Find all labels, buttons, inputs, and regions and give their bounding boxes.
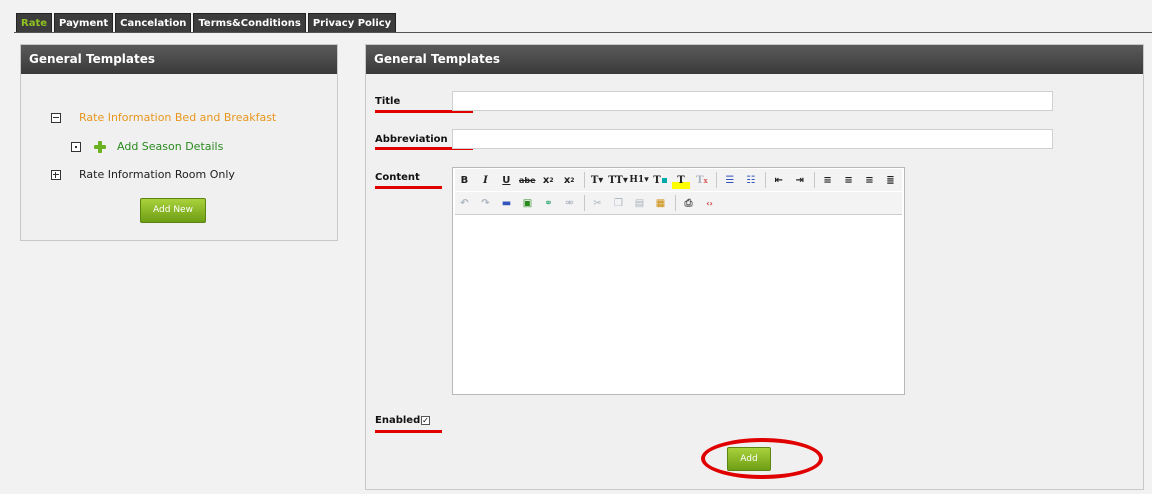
- tab-rate[interactable]: Rate: [16, 13, 53, 33]
- image-icon[interactable]: ▣: [518, 194, 537, 212]
- content-editor-area[interactable]: [454, 216, 903, 393]
- justify-icon[interactable]: ≣: [881, 171, 900, 189]
- remove-format-icon[interactable]: Tx: [692, 171, 711, 189]
- font-family-icon[interactable]: T▾: [588, 171, 607, 189]
- subscript-icon[interactable]: x2: [539, 171, 558, 189]
- indent-icon[interactable]: ⇥: [790, 171, 809, 189]
- copy-icon[interactable]: ❐: [609, 194, 628, 212]
- tree-item-bed-breakfast[interactable]: Rate Information Bed and Breakfast: [51, 111, 276, 124]
- tab-terms-conditions[interactable]: Terms&Conditions: [193, 13, 306, 33]
- bold-icon[interactable]: B: [455, 171, 474, 189]
- right-panel-title: General Templates: [366, 45, 1143, 74]
- redo-icon[interactable]: ↷: [476, 194, 495, 212]
- editor-toolbar-row-2: ↶ ↷ ▬ ▣ ⚭ ⚮ ✂ ❐ ▤ ▦ ⎙ ‹›: [455, 192, 902, 215]
- content-editor: B I U abe x2 x2 T▾ TT▾ H1▾ T T Tx ☰ ☷ ⇤ …: [452, 167, 905, 395]
- title-label: Title: [375, 96, 401, 107]
- editor-toolbar-row-1: B I U abe x2 x2 T▾ TT▾ H1▾ T T Tx ☰ ☷ ⇤ …: [455, 169, 902, 191]
- highlight-icon[interactable]: T: [671, 171, 691, 189]
- content-label: Content: [375, 172, 420, 183]
- ordered-list-icon[interactable]: ☷: [741, 171, 760, 189]
- annotation-underline: [375, 186, 442, 189]
- abbreviation-input[interactable]: [452, 129, 1053, 149]
- underline-icon[interactable]: U: [497, 171, 516, 189]
- text-color-icon[interactable]: T: [651, 171, 670, 189]
- leaf-node-icon: [71, 141, 81, 152]
- tree-item-label[interactable]: Add Season Details: [117, 140, 223, 153]
- align-right-icon[interactable]: ≡: [860, 171, 879, 189]
- font-size-icon[interactable]: TT▾: [608, 171, 628, 189]
- heading-icon[interactable]: H1▾: [629, 171, 648, 189]
- align-center-icon[interactable]: ≡: [839, 171, 858, 189]
- tree-item-add-season[interactable]: Add Season Details: [71, 140, 223, 153]
- toolbar-separator: [675, 195, 676, 211]
- tab-payment[interactable]: Payment: [54, 13, 114, 33]
- tab-cancelation[interactable]: Cancelation: [115, 13, 192, 33]
- strikethrough-icon[interactable]: abe: [518, 171, 537, 189]
- tree-item-label[interactable]: Rate Information Room Only: [79, 168, 235, 181]
- green-plus-icon[interactable]: [94, 140, 106, 153]
- link-icon[interactable]: ⚭: [539, 194, 558, 212]
- abbreviation-label: Abbreviation: [375, 134, 448, 145]
- left-panel-title: General Templates: [21, 45, 337, 74]
- collapse-icon[interactable]: [51, 112, 61, 123]
- annotation-underline: [375, 430, 442, 433]
- italic-icon[interactable]: I: [476, 171, 495, 189]
- tree-item-room-only[interactable]: Rate Information Room Only: [51, 168, 235, 181]
- toolbar-separator: [814, 172, 816, 188]
- outdent-icon[interactable]: ⇤: [769, 171, 788, 189]
- toolbar-separator: [583, 172, 585, 188]
- tab-bar: Rate Payment Cancelation Terms&Condition…: [16, 13, 397, 33]
- toolbar-separator: [716, 172, 718, 188]
- enabled-checkbox[interactable]: ✓: [421, 416, 430, 425]
- annotation-ellipse: [701, 438, 823, 479]
- horizontal-rule-icon[interactable]: ▬: [497, 194, 516, 212]
- toolbar-separator: [584, 195, 585, 211]
- unlink-icon[interactable]: ⚮: [560, 194, 579, 212]
- tree-item-label[interactable]: Rate Information Bed and Breakfast: [79, 111, 276, 124]
- cut-icon[interactable]: ✂: [588, 194, 607, 212]
- toolbar-separator: [765, 172, 767, 188]
- align-left-icon[interactable]: ≡: [818, 171, 837, 189]
- paste-icon[interactable]: ▤: [630, 194, 649, 212]
- expand-icon[interactable]: [51, 169, 61, 180]
- add-new-button[interactable]: Add New: [140, 198, 206, 223]
- paste-word-icon[interactable]: ▦: [651, 194, 670, 212]
- left-panel: General Templates Rate Information Bed a…: [20, 44, 338, 241]
- superscript-icon[interactable]: x2: [560, 171, 579, 189]
- title-input[interactable]: [452, 91, 1053, 111]
- tab-privacy-policy[interactable]: Privacy Policy: [307, 13, 397, 33]
- enabled-label: Enabled: [375, 415, 421, 426]
- tab-divider: [14, 32, 1152, 33]
- unordered-list-icon[interactable]: ☰: [720, 171, 739, 189]
- print-icon[interactable]: ⎙: [679, 194, 698, 212]
- source-icon[interactable]: ‹›: [700, 194, 719, 212]
- undo-icon[interactable]: ↶: [455, 194, 474, 212]
